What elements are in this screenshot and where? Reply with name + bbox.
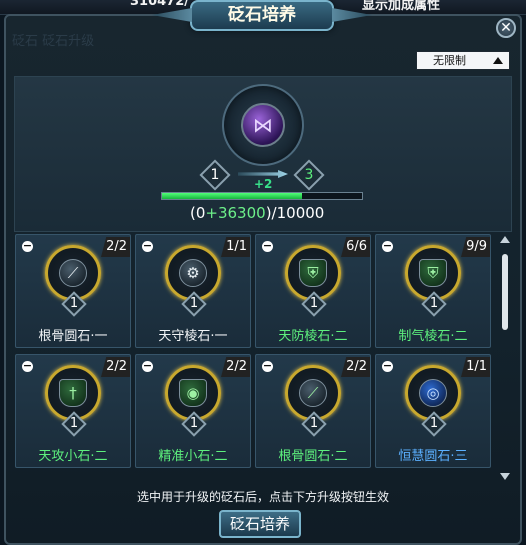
stone-level: 1 [429,416,439,431]
filter-dropdown[interactable]: 无限制 [416,51,510,70]
remove-icon[interactable]: − [142,240,153,252]
remove-icon[interactable]: − [22,240,33,252]
stone-gem-icon: ⋈ [241,103,285,147]
level-gain: +2 [254,177,273,191]
scroll-down-icon[interactable] [500,473,510,480]
stone-name: 制气棱石·二 [398,329,468,344]
target-icon: ◉ [179,379,207,407]
stone-count: 2/2 [101,237,130,257]
selected-stone-slot[interactable]: ⋈ [222,84,304,166]
filter-dropdown-value: 无限制 [433,54,466,67]
stone-level: 1 [189,416,199,431]
remove-icon[interactable]: − [262,360,273,372]
remove-icon[interactable]: − [262,240,273,252]
stone-level: 1 [69,416,79,431]
scroll-thumb[interactable] [502,254,508,330]
cultivate-button[interactable]: 砭石培养 [219,510,301,538]
stone-list-scrollbar[interactable] [500,236,510,480]
close-button[interactable]: ✕ [496,18,516,38]
experience-progress-text: (0+36300)/10000 [190,204,325,222]
stone-name: 天守棱石·一 [158,329,228,344]
remove-icon[interactable]: − [382,240,393,252]
stone-level: 1 [189,296,199,311]
stone-card[interactable]: − 2/2 ⟋ 1 根骨圆石·一 [15,234,131,348]
stone-count: 9/9 [461,237,490,257]
experience-progress-fill [162,193,302,199]
stone-count: 6/6 [341,237,370,257]
stone-count: 2/2 [101,357,130,377]
stone-name: 精准小石·二 [158,449,228,464]
stone-count: 2/2 [221,357,250,377]
close-icon: ✕ [500,20,512,36]
remove-icon[interactable]: − [382,360,393,372]
stone-card[interactable]: − 6/6 ⛨ 1 天防棱石·二 [255,234,371,348]
show-bonus-attributes-label[interactable]: 显示加成属性 [362,0,440,13]
instruction-text: 选中用于升级的砭石后，点击下方升级按钮生效 [136,490,389,504]
window-title: 砭石培养 [190,0,334,31]
stone-name: 根骨圆石·二 [278,449,348,464]
stone-level: 1 [309,296,319,311]
stone-count: 2/2 [341,357,370,377]
chevron-up-icon [493,57,503,64]
stone-name: 恒慧圆石·三 [398,449,468,464]
sword-icon: † [59,379,87,407]
currency-value: 310472/ [130,0,190,9]
stone-level: 1 [309,416,319,431]
stone-card[interactable]: − 2/2 ◉ 1 精准小石·二 [135,354,251,468]
bone-icon: ⟋ [299,379,327,407]
remove-icon[interactable]: − [22,360,33,372]
progress-base: 0 [195,204,206,222]
remove-icon[interactable]: − [142,360,153,372]
stone-card[interactable]: − 9/9 ⛨ 1 制气棱石·二 [375,234,491,348]
scroll-up-icon[interactable] [500,236,510,243]
progress-max: 10000 [276,204,325,222]
stone-card[interactable]: − 1/1 ◎ 1 恒慧圆石·三 [375,354,491,468]
shield-icon: ⛨ [419,259,447,287]
wisdom-icon: ◎ [419,379,447,407]
stone-level: 1 [69,296,79,311]
guard-icon: ⚙ [179,259,207,287]
shield-icon: ⛨ [299,259,327,287]
progress-gain: +36300 [205,204,266,222]
stone-name: 天防棱石·二 [278,329,348,344]
next-level: 3 [304,167,314,183]
stone-level: 1 [429,296,439,311]
stone-card[interactable]: − 2/2 † 1 天攻小石·二 [15,354,131,468]
stone-card[interactable]: − 2/2 ⟋ 1 根骨圆石·二 [255,354,371,468]
stone-name: 根骨圆石·一 [38,329,108,344]
stone-count: 1/1 [461,357,490,377]
bone-icon: ⟋ [59,259,87,287]
stone-count: 1/1 [221,237,250,257]
background-tabs: 砭石 砭石升级 [12,34,95,49]
stone-card[interactable]: − 1/1 ⚙ 1 天守棱石·一 [135,234,251,348]
current-level: 1 [210,167,220,183]
experience-progress-bar [161,192,363,200]
stone-name: 天攻小石·二 [38,449,108,464]
